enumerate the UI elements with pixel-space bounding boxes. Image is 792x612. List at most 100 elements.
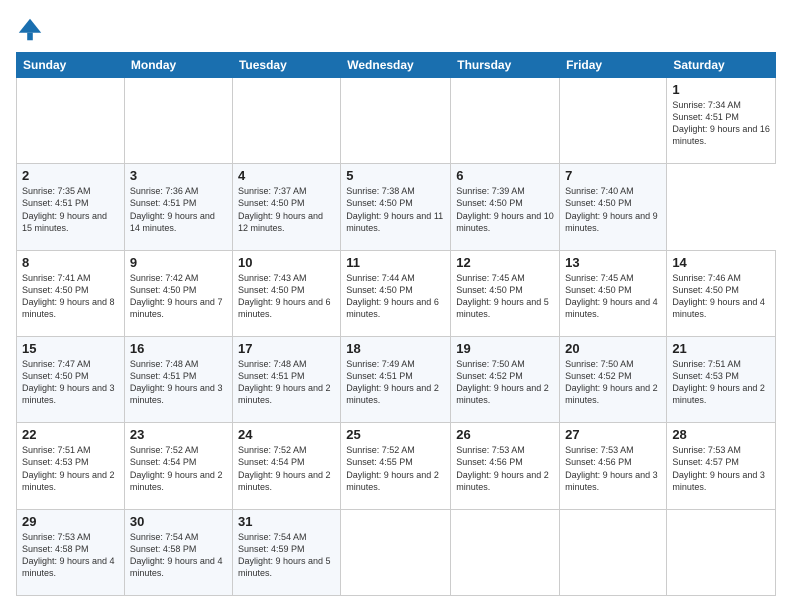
day-number: 31 <box>238 514 335 529</box>
calendar-cell: 22 Sunrise: 7:51 AM Sunset: 4:53 PM Dayl… <box>17 423 125 509</box>
day-number: 9 <box>130 255 227 270</box>
day-info: Sunrise: 7:36 AM Sunset: 4:51 PM Dayligh… <box>130 185 227 234</box>
day-number: 8 <box>22 255 119 270</box>
calendar-table: Sunday Monday Tuesday Wednesday Thursday… <box>16 52 776 596</box>
calendar-cell: 12 Sunrise: 7:45 AM Sunset: 4:50 PM Dayl… <box>451 250 560 336</box>
calendar-cell <box>451 509 560 595</box>
calendar-cell: 16 Sunrise: 7:48 AM Sunset: 4:51 PM Dayl… <box>124 336 232 422</box>
th-monday: Monday <box>124 53 232 78</box>
day-info: Sunrise: 7:53 AM Sunset: 4:58 PM Dayligh… <box>22 531 119 580</box>
day-number: 10 <box>238 255 335 270</box>
calendar-cell: 19 Sunrise: 7:50 AM Sunset: 4:52 PM Dayl… <box>451 336 560 422</box>
day-info: Sunrise: 7:48 AM Sunset: 4:51 PM Dayligh… <box>238 358 335 407</box>
calendar-cell: 25 Sunrise: 7:52 AM Sunset: 4:55 PM Dayl… <box>341 423 451 509</box>
day-number: 11 <box>346 255 445 270</box>
day-number: 19 <box>456 341 554 356</box>
day-info: Sunrise: 7:45 AM Sunset: 4:50 PM Dayligh… <box>565 272 661 321</box>
calendar-cell: 20 Sunrise: 7:50 AM Sunset: 4:52 PM Dayl… <box>560 336 667 422</box>
day-number: 7 <box>565 168 661 183</box>
day-info: Sunrise: 7:48 AM Sunset: 4:51 PM Dayligh… <box>130 358 227 407</box>
day-info: Sunrise: 7:39 AM Sunset: 4:50 PM Dayligh… <box>456 185 554 234</box>
day-info: Sunrise: 7:45 AM Sunset: 4:50 PM Dayligh… <box>456 272 554 321</box>
calendar-cell: 29 Sunrise: 7:53 AM Sunset: 4:58 PM Dayl… <box>17 509 125 595</box>
calendar-cell: 5 Sunrise: 7:38 AM Sunset: 4:50 PM Dayli… <box>341 164 451 250</box>
calendar-cell: 9 Sunrise: 7:42 AM Sunset: 4:50 PM Dayli… <box>124 250 232 336</box>
day-info: Sunrise: 7:47 AM Sunset: 4:50 PM Dayligh… <box>22 358 119 407</box>
day-number: 6 <box>456 168 554 183</box>
calendar-cell: 4 Sunrise: 7:37 AM Sunset: 4:50 PM Dayli… <box>232 164 340 250</box>
day-info: Sunrise: 7:41 AM Sunset: 4:50 PM Dayligh… <box>22 272 119 321</box>
day-info: Sunrise: 7:52 AM Sunset: 4:54 PM Dayligh… <box>130 444 227 493</box>
day-number: 4 <box>238 168 335 183</box>
calendar-cell <box>667 509 776 595</box>
day-number: 3 <box>130 168 227 183</box>
calendar-cell: 17 Sunrise: 7:48 AM Sunset: 4:51 PM Dayl… <box>232 336 340 422</box>
calendar-cell <box>451 78 560 164</box>
day-info: Sunrise: 7:43 AM Sunset: 4:50 PM Dayligh… <box>238 272 335 321</box>
calendar-cell: 18 Sunrise: 7:49 AM Sunset: 4:51 PM Dayl… <box>341 336 451 422</box>
calendar-week-row: 2 Sunrise: 7:35 AM Sunset: 4:51 PM Dayli… <box>17 164 776 250</box>
calendar-cell <box>560 78 667 164</box>
th-tuesday: Tuesday <box>232 53 340 78</box>
day-info: Sunrise: 7:42 AM Sunset: 4:50 PM Dayligh… <box>130 272 227 321</box>
calendar-cell: 23 Sunrise: 7:52 AM Sunset: 4:54 PM Dayl… <box>124 423 232 509</box>
calendar-cell: 6 Sunrise: 7:39 AM Sunset: 4:50 PM Dayli… <box>451 164 560 250</box>
calendar-week-row: 1 Sunrise: 7:34 AM Sunset: 4:51 PM Dayli… <box>17 78 776 164</box>
calendar-cell: 31 Sunrise: 7:54 AM Sunset: 4:59 PM Dayl… <box>232 509 340 595</box>
calendar-cell: 7 Sunrise: 7:40 AM Sunset: 4:50 PM Dayli… <box>560 164 667 250</box>
day-number: 21 <box>672 341 770 356</box>
logo-icon <box>16 16 44 44</box>
day-number: 24 <box>238 427 335 442</box>
day-info: Sunrise: 7:54 AM Sunset: 4:59 PM Dayligh… <box>238 531 335 580</box>
calendar-cell: 3 Sunrise: 7:36 AM Sunset: 4:51 PM Dayli… <box>124 164 232 250</box>
day-number: 29 <box>22 514 119 529</box>
day-info: Sunrise: 7:53 AM Sunset: 4:56 PM Dayligh… <box>456 444 554 493</box>
day-info: Sunrise: 7:50 AM Sunset: 4:52 PM Dayligh… <box>456 358 554 407</box>
calendar-cell: 28 Sunrise: 7:53 AM Sunset: 4:57 PM Dayl… <box>667 423 776 509</box>
calendar-cell <box>17 78 125 164</box>
calendar-cell: 15 Sunrise: 7:47 AM Sunset: 4:50 PM Dayl… <box>17 336 125 422</box>
th-friday: Friday <box>560 53 667 78</box>
day-info: Sunrise: 7:37 AM Sunset: 4:50 PM Dayligh… <box>238 185 335 234</box>
day-info: Sunrise: 7:51 AM Sunset: 4:53 PM Dayligh… <box>672 358 770 407</box>
day-number: 14 <box>672 255 770 270</box>
th-wednesday: Wednesday <box>341 53 451 78</box>
calendar-cell: 26 Sunrise: 7:53 AM Sunset: 4:56 PM Dayl… <box>451 423 560 509</box>
day-info: Sunrise: 7:52 AM Sunset: 4:55 PM Dayligh… <box>346 444 445 493</box>
day-number: 18 <box>346 341 445 356</box>
calendar-cell <box>232 78 340 164</box>
page: Sunday Monday Tuesday Wednesday Thursday… <box>0 0 792 612</box>
calendar-cell: 30 Sunrise: 7:54 AM Sunset: 4:58 PM Dayl… <box>124 509 232 595</box>
calendar-cell: 24 Sunrise: 7:52 AM Sunset: 4:54 PM Dayl… <box>232 423 340 509</box>
calendar-cell <box>124 78 232 164</box>
day-info: Sunrise: 7:38 AM Sunset: 4:50 PM Dayligh… <box>346 185 445 234</box>
day-info: Sunrise: 7:51 AM Sunset: 4:53 PM Dayligh… <box>22 444 119 493</box>
day-number: 22 <box>22 427 119 442</box>
calendar-cell: 10 Sunrise: 7:43 AM Sunset: 4:50 PM Dayl… <box>232 250 340 336</box>
calendar-cell: 11 Sunrise: 7:44 AM Sunset: 4:50 PM Dayl… <box>341 250 451 336</box>
day-info: Sunrise: 7:52 AM Sunset: 4:54 PM Dayligh… <box>238 444 335 493</box>
th-saturday: Saturday <box>667 53 776 78</box>
calendar-cell <box>341 78 451 164</box>
calendar-body: 1 Sunrise: 7:34 AM Sunset: 4:51 PM Dayli… <box>17 78 776 596</box>
day-number: 5 <box>346 168 445 183</box>
day-info: Sunrise: 7:34 AM Sunset: 4:51 PM Dayligh… <box>672 99 770 148</box>
weekday-header-row: Sunday Monday Tuesday Wednesday Thursday… <box>17 53 776 78</box>
day-number: 1 <box>672 82 770 97</box>
day-number: 12 <box>456 255 554 270</box>
calendar-cell: 8 Sunrise: 7:41 AM Sunset: 4:50 PM Dayli… <box>17 250 125 336</box>
day-info: Sunrise: 7:53 AM Sunset: 4:56 PM Dayligh… <box>565 444 661 493</box>
day-number: 2 <box>22 168 119 183</box>
day-number: 15 <box>22 341 119 356</box>
calendar-cell: 27 Sunrise: 7:53 AM Sunset: 4:56 PM Dayl… <box>560 423 667 509</box>
calendar-cell: 14 Sunrise: 7:46 AM Sunset: 4:50 PM Dayl… <box>667 250 776 336</box>
day-info: Sunrise: 7:54 AM Sunset: 4:58 PM Dayligh… <box>130 531 227 580</box>
calendar-cell <box>341 509 451 595</box>
day-number: 27 <box>565 427 661 442</box>
calendar-cell <box>560 509 667 595</box>
calendar-week-row: 15 Sunrise: 7:47 AM Sunset: 4:50 PM Dayl… <box>17 336 776 422</box>
day-number: 17 <box>238 341 335 356</box>
th-sunday: Sunday <box>17 53 125 78</box>
calendar-week-row: 22 Sunrise: 7:51 AM Sunset: 4:53 PM Dayl… <box>17 423 776 509</box>
calendar-week-row: 29 Sunrise: 7:53 AM Sunset: 4:58 PM Dayl… <box>17 509 776 595</box>
